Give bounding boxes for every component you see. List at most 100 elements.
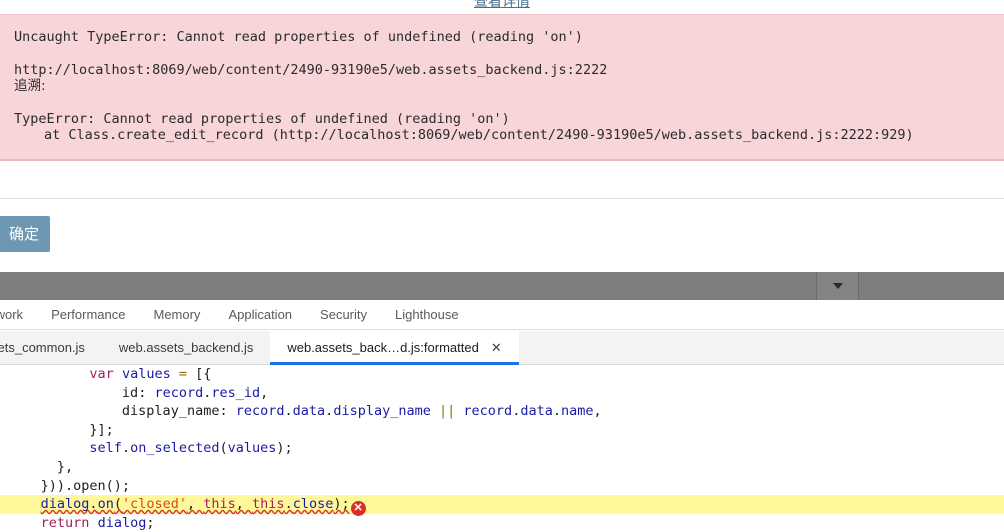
error-traceback-type: TypeError: Cannot read properties of und…	[14, 111, 510, 127]
panel-tab-application[interactable]: Application	[214, 300, 306, 329]
code-token: .	[284, 496, 293, 513]
panel-tab-lighthouse[interactable]: Lighthouse	[381, 300, 473, 329]
code-token: record	[463, 403, 513, 420]
code-line[interactable]: display_name: record.data.display_name |…	[0, 402, 1004, 421]
code-token: },	[56, 458, 74, 475]
code-token: dialog	[97, 514, 147, 531]
code-token: record	[235, 403, 285, 420]
error-traceback-frame: at Class.create_edit_record (http://loca…	[44, 127, 914, 143]
code-token: this	[203, 496, 236, 513]
code-tokens: display_name: record.data.display_name |…	[122, 403, 602, 419]
code-token: ||	[439, 403, 456, 420]
code-line[interactable]: var values = [{	[0, 365, 1004, 384]
code-token: 'closed'	[121, 496, 187, 513]
error-source-url: http://localhost:8069/web/content/2490-9…	[14, 62, 608, 78]
error-circle-icon[interactable]: ✕	[350, 501, 366, 517]
chevron-down-glyph	[832, 283, 843, 289]
code-line[interactable]: },	[0, 458, 1004, 477]
detail-link-row: 查看详情	[0, 0, 1004, 13]
code-token: data	[520, 403, 553, 420]
modal-body-spacer	[0, 161, 1004, 199]
code-token: .	[121, 440, 131, 457]
code-token: (	[219, 440, 228, 457]
code-token: record	[154, 384, 204, 401]
code-token: res_id	[211, 384, 261, 401]
code-token: }];	[89, 421, 114, 438]
code-token: data	[292, 403, 326, 420]
code-editor[interactable]: var values = [{ id: record.res_id, displ…	[0, 365, 1004, 532]
source-tab-1[interactable]: web.assets_backend.js	[101, 331, 271, 364]
chevron-down-icon[interactable]	[817, 272, 859, 300]
code-token: ,	[593, 403, 602, 420]
confirm-button[interactable]: 确定	[0, 216, 50, 252]
code-tokens: id: record.res_id,	[122, 385, 268, 401]
panel-tab-memory[interactable]: Memory	[139, 300, 214, 329]
code-token: close	[292, 496, 334, 513]
code-token: dialog	[40, 496, 90, 513]
devtools-source-tabs: sets_common.js web.assets_backend.js web.a…	[0, 331, 1004, 365]
error-spacer-2	[14, 94, 990, 111]
code-token: ,	[260, 384, 269, 401]
modal-footer: 确定	[0, 200, 1004, 266]
code-tokens: return dialog;	[41, 515, 155, 531]
code-token: this	[252, 496, 285, 513]
code-line[interactable]: self.on_selected(values);	[0, 439, 1004, 458]
code-token: :	[138, 384, 155, 401]
code-line[interactable]: return dialog;	[0, 514, 1004, 532]
code-token: .	[552, 403, 561, 420]
devtools-panel: tworkPerformanceMemoryApplicationSecurit…	[0, 266, 1004, 532]
code-tokens: }];	[89, 422, 113, 438]
code-token: .	[89, 496, 98, 513]
code-line[interactable]: dialog.on('closed', this, this.close); ✕	[0, 495, 1004, 517]
error-traceback-label: 追溯:	[14, 78, 46, 94]
error-spacer	[14, 45, 990, 62]
code-tokens: self.on_selected(values);	[89, 440, 292, 456]
code-line[interactable]: })).open();	[0, 477, 1004, 496]
panel-tab-performance[interactable]: Performance	[37, 300, 139, 329]
code-line[interactable]: id: record.res_id,	[0, 384, 1004, 403]
code-token: values	[227, 440, 277, 457]
toolbar-main-segment	[0, 272, 817, 300]
devtools-toolbar-strip	[0, 272, 1004, 300]
code-token: var	[89, 366, 114, 382]
code-tokens: var values = [{	[89, 366, 211, 382]
error-alert-box: Uncaught TypeError: Cannot read properti…	[0, 14, 1004, 161]
error-message-line: Uncaught TypeError: Cannot read properti…	[14, 29, 583, 45]
source-tab-2[interactable]: web.assets_back…d.js:formatted ✕	[270, 331, 520, 365]
code-line[interactable]: }];	[0, 421, 1004, 440]
code-token: on	[97, 496, 114, 513]
code-token: })).open();	[40, 477, 131, 494]
toolbar-tail-segment	[859, 272, 1004, 300]
source-tab-0[interactable]: sets_common.js	[0, 331, 102, 364]
code-token: (	[113, 496, 122, 513]
code-token: display_name	[121, 403, 220, 420]
code-token: self	[89, 440, 122, 457]
view-details-link[interactable]: 查看详情	[474, 0, 530, 9]
source-tab-label: web.assets_backend.js	[118, 340, 254, 355]
code-tokens: },	[57, 459, 73, 475]
code-token: id	[121, 384, 139, 401]
source-tab-label: web.assets_back…d.js:formatted	[287, 340, 479, 355]
code-token: return	[40, 514, 90, 531]
code-token: ;	[146, 514, 155, 531]
code-token: .	[284, 403, 293, 420]
panel-tab-twork[interactable]: twork	[0, 300, 37, 329]
code-token: values	[121, 366, 171, 382]
code-token: );	[333, 496, 350, 513]
panel-tab-security[interactable]: Security	[306, 300, 381, 329]
code-token: name	[560, 403, 594, 420]
code-token: );	[276, 440, 293, 457]
code-token: ,	[187, 496, 204, 513]
code-tokens: dialog.on('closed', this, this.close);	[41, 496, 350, 512]
code-token: [{	[195, 366, 212, 382]
close-icon[interactable]: ✕	[491, 340, 502, 355]
